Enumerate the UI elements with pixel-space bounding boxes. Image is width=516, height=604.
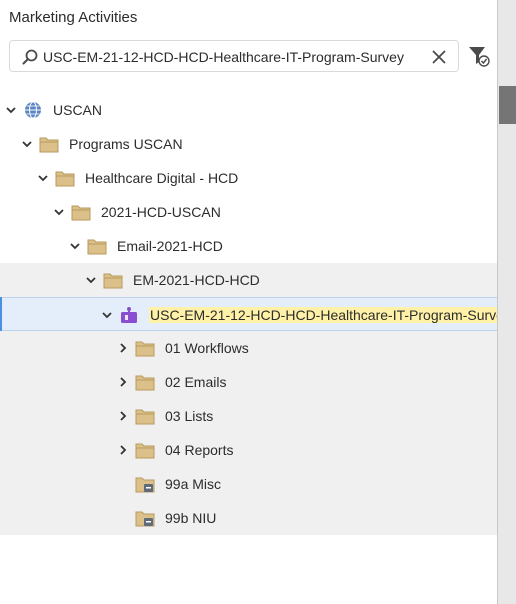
tree-item[interactable]: 02 Emails <box>0 365 497 399</box>
tree-item[interactable]: 01 Workflows <box>0 331 497 365</box>
archive-folder-icon <box>135 511 155 527</box>
tree-item[interactable]: Email-2021-HCD <box>0 229 497 263</box>
chevron-down-icon[interactable] <box>21 138 33 150</box>
folder-icon <box>103 273 123 289</box>
tree-item-label: Healthcare Digital - HCD <box>85 170 239 186</box>
tree-item[interactable]: Programs USCAN <box>0 127 497 161</box>
tree-item-label: Programs USCAN <box>69 136 183 152</box>
globe-icon <box>25 101 41 119</box>
marketing-activities-panel: Marketing Activities USCAN Programs USCA… <box>0 0 512 604</box>
tree-item-label: EM-2021-HCD-HCD <box>133 272 260 288</box>
folder-icon <box>135 409 155 425</box>
tree-item-label: 99b NIU <box>165 510 217 526</box>
chevron-right-icon[interactable] <box>117 410 129 422</box>
tree-item-label: 2021-HCD-USCAN <box>101 204 221 220</box>
tree-item-label: Email-2021-HCD <box>117 238 223 254</box>
search-icon <box>22 49 38 65</box>
right-side-panel-edge[interactable] <box>497 0 516 604</box>
chevron-down-icon[interactable] <box>5 104 17 116</box>
search-input[interactable] <box>43 46 423 68</box>
tree-item[interactable]: 2021-HCD-USCAN <box>0 195 497 229</box>
panel-title: Marketing Activities <box>9 9 138 26</box>
chevron-down-icon[interactable] <box>53 206 65 218</box>
tree-item-label: 99a Misc <box>165 476 222 492</box>
chevron-down-icon[interactable] <box>85 274 97 286</box>
folder-icon <box>135 443 155 459</box>
archive-folder-icon <box>135 477 155 493</box>
search-box[interactable] <box>9 40 459 72</box>
tree-item[interactable]: 99a Misc <box>0 467 497 501</box>
tree-item-label: USC-EM-21-12-HCD-HCD-Healthcare-IT-Progr… <box>149 307 512 323</box>
chevron-right-icon[interactable] <box>117 342 129 354</box>
clear-search-icon[interactable] <box>430 48 448 66</box>
side-tab[interactable] <box>499 86 516 124</box>
tree-item-label: 02 Emails <box>165 374 227 390</box>
tree-item[interactable]: EM-2021-HCD-HCD <box>0 263 497 297</box>
chevron-down-icon[interactable] <box>69 240 81 252</box>
tree-item[interactable]: USC-EM-21-12-HCD-HCD-Healthcare-IT-Progr… <box>0 297 512 331</box>
folder-icon <box>71 205 91 221</box>
tree-item[interactable]: 03 Lists <box>0 399 497 433</box>
chevron-right-icon[interactable] <box>117 444 129 456</box>
tree-item[interactable]: USCAN <box>0 93 497 127</box>
program-icon <box>121 307 137 323</box>
folder-icon <box>55 171 75 187</box>
filter-icon[interactable] <box>468 45 490 67</box>
folder-icon <box>87 239 107 255</box>
tree-item-label: 03 Lists <box>165 408 214 424</box>
folder-icon <box>39 137 59 153</box>
tree-item[interactable]: 04 Reports <box>0 433 497 467</box>
tree-item-label: 01 Workflows <box>165 340 249 356</box>
tree-item-label: USCAN <box>53 102 103 118</box>
tree-item[interactable]: Healthcare Digital - HCD <box>0 161 497 195</box>
folder-icon <box>135 375 155 391</box>
chevron-down-icon[interactable] <box>101 309 113 321</box>
folder-icon <box>135 341 155 357</box>
tree-item[interactable]: 99b NIU <box>0 501 497 535</box>
chevron-down-icon[interactable] <box>37 172 49 184</box>
chevron-right-icon[interactable] <box>117 376 129 388</box>
tree-item-label: 04 Reports <box>165 442 234 458</box>
